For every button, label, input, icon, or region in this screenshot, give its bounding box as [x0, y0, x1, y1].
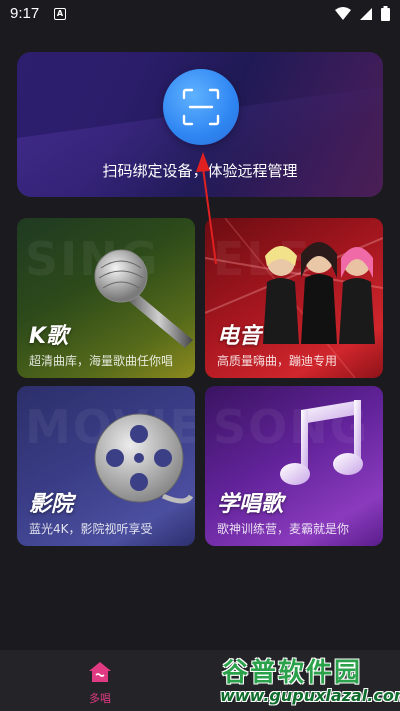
home-icon: [89, 662, 111, 682]
nav-item-home[interactable]: 多唱: [82, 658, 118, 705]
nav-label: 多唱: [89, 692, 111, 705]
watermark-url: www.gupuxlazal.com: [220, 686, 400, 705]
watermark-title: 谷普软件园: [222, 658, 363, 688]
watermark: 谷普软件园 www.gupuxlazal.com: [218, 652, 400, 708]
annotation-arrow: [196, 152, 217, 265]
